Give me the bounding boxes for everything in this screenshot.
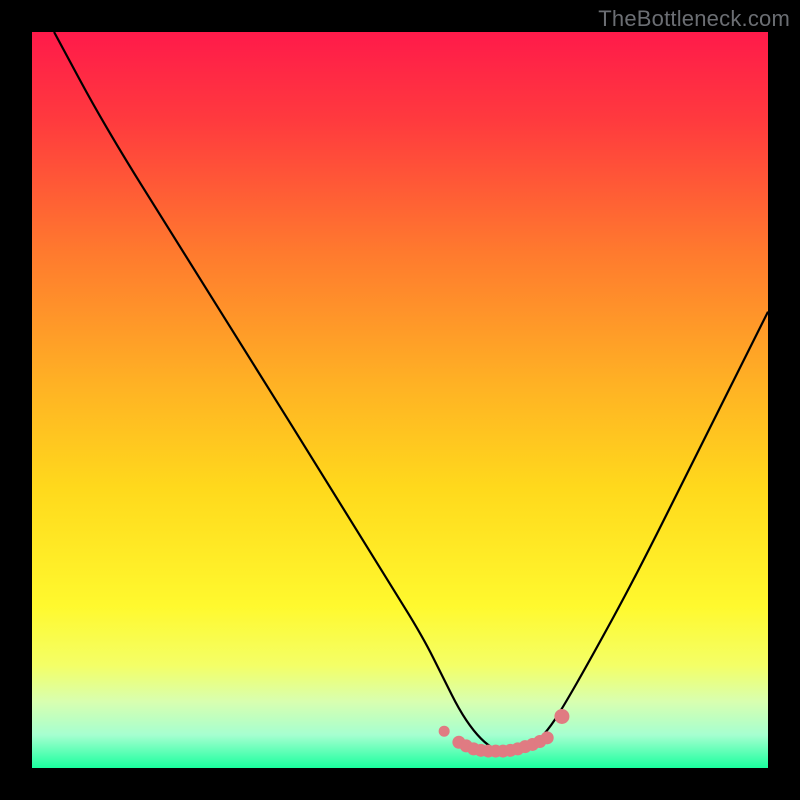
plot-area xyxy=(32,32,768,768)
valley-marker xyxy=(541,732,553,744)
gradient-background xyxy=(32,32,768,768)
watermark-text: TheBottleneck.com xyxy=(598,6,790,32)
chart-frame: TheBottleneck.com xyxy=(0,0,800,800)
valley-marker xyxy=(555,709,569,723)
valley-marker xyxy=(439,726,449,736)
chart-svg xyxy=(32,32,768,768)
